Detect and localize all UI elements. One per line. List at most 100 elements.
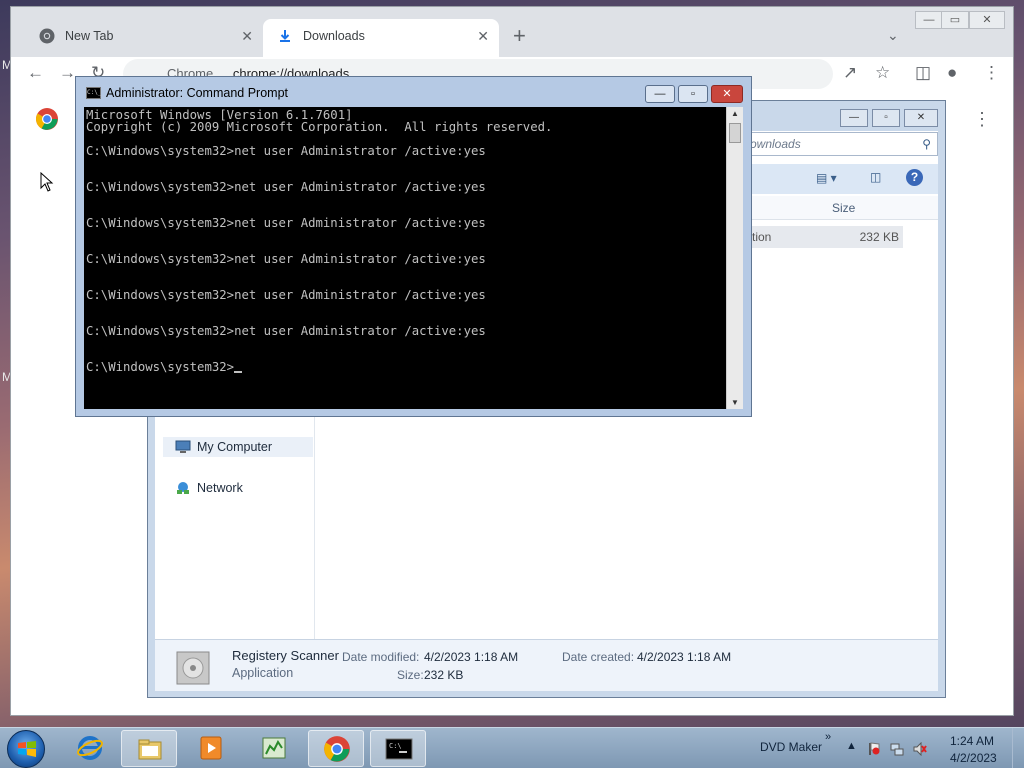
nav-item-label: My Computer	[197, 440, 273, 454]
media-player-icon	[200, 736, 222, 760]
action-center-flag-icon[interactable]	[867, 742, 881, 756]
minimize-button[interactable]: —	[840, 109, 868, 127]
column-size[interactable]: Size	[832, 201, 855, 215]
download-icon	[280, 30, 290, 42]
show-desktop-button[interactable]	[1012, 728, 1024, 768]
console-line: C:\Windows\system32>	[86, 361, 726, 373]
new-tab-button[interactable]: +	[513, 23, 526, 49]
search-icon[interactable]: ⚲	[922, 133, 931, 155]
svg-text:C:\: C:\	[389, 742, 402, 750]
maximize-button[interactable]: ▫	[872, 109, 900, 127]
file-name: Registery Scanner	[232, 648, 339, 663]
details-pane: Registery Scanner Application Date modif…	[155, 639, 938, 691]
cmd-icon: C:\	[385, 738, 413, 760]
scrollbar[interactable]: ▲ ▼	[726, 107, 743, 409]
close-icon[interactable]: ✕	[241, 19, 253, 53]
taskbar-internet-explorer[interactable]	[62, 730, 118, 767]
start-button[interactable]	[7, 730, 45, 768]
scroll-up-icon[interactable]: ▲	[731, 109, 739, 118]
side-panel-icon[interactable]: ◫	[915, 63, 931, 83]
tab-strip: New Tab ✕ Downloads ✕ + ⌄ — ▭ ✕	[11, 7, 1013, 57]
volume-muted-icon[interactable]	[913, 742, 927, 756]
console-line: C:\Windows\system32>net user Administrat…	[86, 324, 486, 338]
nav-item-my-computer[interactable]: My Computer	[163, 437, 313, 457]
clock-date[interactable]: 4/2/2023	[950, 751, 997, 765]
taskbar-task-manager[interactable]	[246, 730, 302, 767]
share-icon[interactable]: ↗	[843, 63, 857, 83]
close-button[interactable]: ✕	[904, 109, 938, 127]
taskbar-command-prompt[interactable]: C:\	[370, 730, 426, 767]
chart-icon	[262, 737, 286, 759]
tab-label: New Tab	[65, 29, 114, 43]
size-label: Size:	[397, 668, 424, 682]
help-icon[interactable]: ?	[906, 169, 923, 186]
console-output[interactable]: Microsoft Windows [Version 6.1.7601] Copy…	[84, 107, 726, 409]
show-hidden-icons-icon[interactable]: ▲	[846, 740, 860, 754]
nav-item-label: Network	[197, 481, 243, 495]
forward-icon[interactable]: →	[59, 63, 76, 83]
file-type: Application	[232, 666, 294, 680]
console-line: C:\Windows\system32>net user Administrat…	[86, 216, 486, 230]
maximize-button[interactable]: ▫	[678, 85, 708, 103]
taskbar: C:\ DVD Maker » ▲ 1:24 AM 4/2/2023	[0, 727, 1024, 768]
views-icon[interactable]: ▤ ▾	[816, 171, 837, 185]
scroll-down-icon[interactable]: ▼	[731, 398, 739, 407]
taskbar-windows-explorer[interactable]	[121, 730, 177, 767]
network-icon	[177, 482, 189, 494]
back-icon[interactable]: ←	[27, 63, 44, 83]
file-row-type: tion	[752, 230, 772, 244]
mouse-cursor-icon	[40, 172, 54, 192]
network-status-icon[interactable]	[890, 742, 904, 756]
window-title: C:\_ Administrator: Command Prompt	[86, 86, 288, 100]
taskbar-media-player[interactable]	[183, 730, 239, 767]
chrome-logo-icon	[36, 108, 58, 130]
window-title-text: Administrator: Command Prompt	[106, 86, 289, 100]
column-header[interactable]: Size	[748, 196, 938, 220]
close-icon[interactable]: ✕	[477, 19, 489, 53]
console-lines: Microsoft Windows [Version 6.1.7601] Copy…	[86, 109, 726, 373]
search-input[interactable]: ownloads ⚲	[746, 132, 938, 156]
minimize-button[interactable]: —	[645, 85, 675, 103]
console-line: Copyright (c) 2009 Microsoft Corporation…	[86, 120, 553, 134]
console-line: C:\Windows\system32>net user Administrat…	[86, 252, 486, 266]
tab-new-tab[interactable]: New Tab ✕	[25, 19, 263, 57]
menu-icon[interactable]: ⋮	[983, 63, 1000, 83]
search-placeholder: ownloads	[750, 137, 801, 151]
date-created-label: Date created:	[562, 650, 635, 664]
explorer-command-bar: ▤ ▾ ◫ ?	[748, 164, 938, 194]
close-button[interactable]: ✕	[711, 85, 743, 103]
profile-icon[interactable]: ●	[947, 63, 957, 83]
cmd-icon: C:\_	[86, 87, 101, 99]
nav-item-network[interactable]: Network	[175, 478, 243, 498]
downloads-menu-icon[interactable]: ⋮	[973, 109, 991, 130]
size-value: 232 KB	[424, 668, 464, 682]
toolbar-chevron-icon[interactable]: »	[825, 731, 831, 743]
date-modified-label: Date modified:	[342, 650, 420, 664]
chrome-icon	[39, 28, 55, 44]
tab-downloads[interactable]: Downloads ✕	[263, 19, 499, 57]
star-icon[interactable]: ☆	[875, 63, 890, 83]
computer-icon	[175, 440, 191, 453]
scroll-thumb[interactable]	[729, 123, 741, 143]
maximize-button[interactable]: ▭	[941, 11, 969, 29]
tab-label: Downloads	[303, 29, 365, 43]
tray-toolbar-label[interactable]: DVD Maker	[760, 740, 822, 754]
chevron-down-icon[interactable]: ⌄	[887, 27, 899, 44]
folder-icon	[138, 739, 162, 760]
text-cursor	[234, 371, 243, 373]
close-button[interactable]: ✕	[969, 11, 1005, 29]
file-row-size: 232 KB	[859, 230, 899, 244]
command-prompt-window: C:\_ Administrator: Command Prompt — ▫ ✕…	[75, 76, 752, 417]
date-created-value: 4/2/2023 1:18 AM	[637, 650, 732, 664]
file-row[interactable]: tion 232 KB	[748, 226, 903, 248]
minimize-button[interactable]: —	[915, 11, 943, 29]
clock-time[interactable]: 1:24 AM	[950, 734, 994, 748]
taskbar-chrome[interactable]	[308, 730, 364, 767]
console-line: C:\Windows\system32>net user Administrat…	[86, 144, 486, 158]
preview-pane-icon[interactable]: ◫	[870, 170, 881, 184]
